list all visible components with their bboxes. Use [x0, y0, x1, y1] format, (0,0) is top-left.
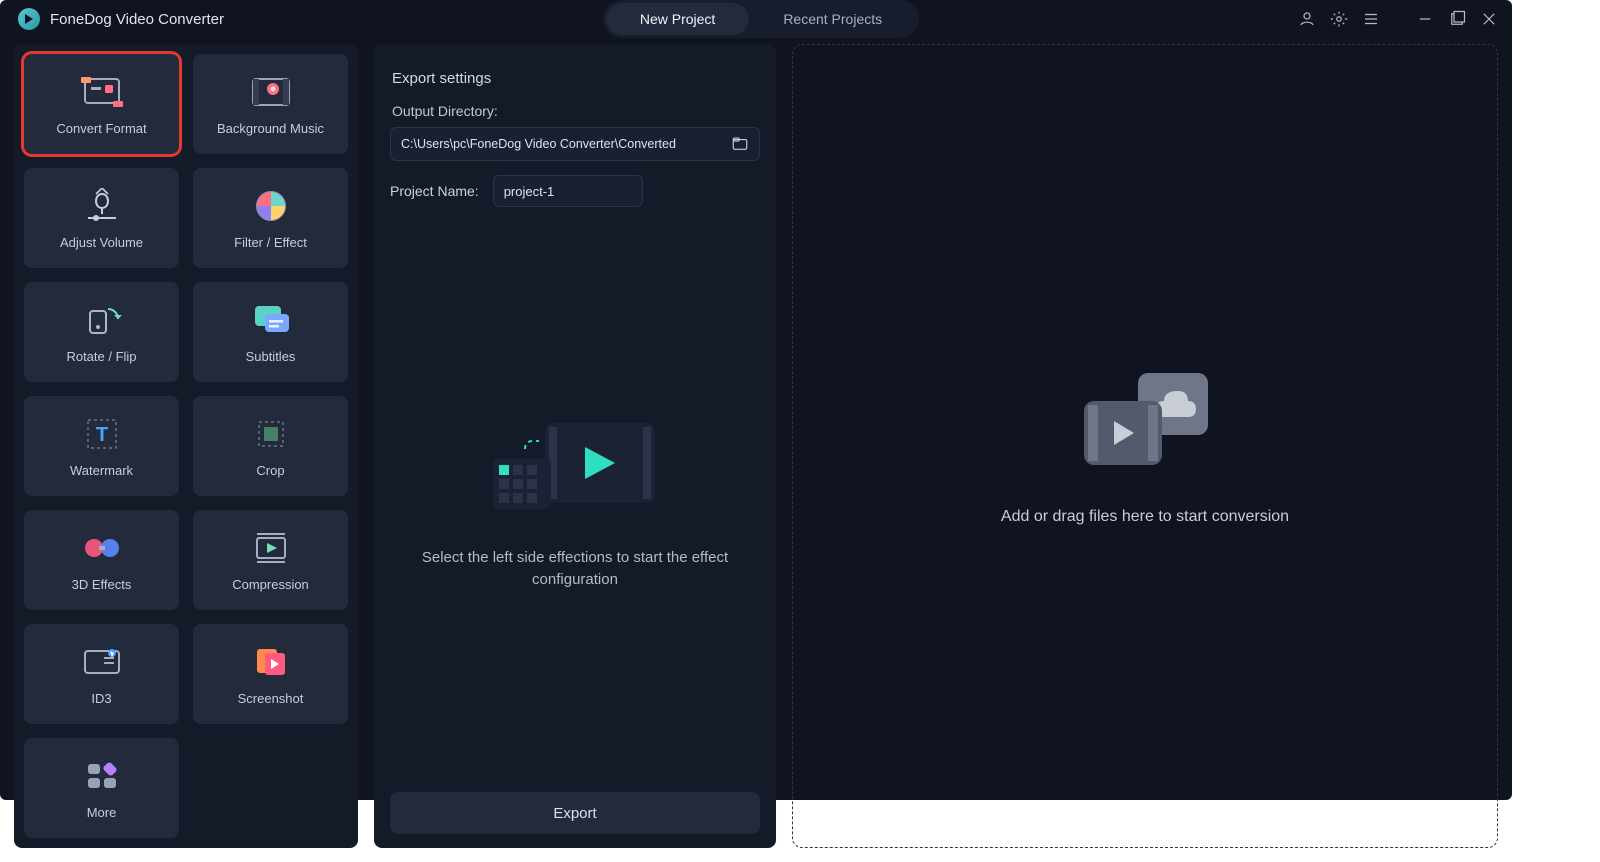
tool-grid: Convert Format Background Music — [20, 50, 352, 842]
tool-label: Rotate / Flip — [66, 349, 136, 364]
user-icon[interactable] — [1298, 10, 1316, 28]
crop-icon — [254, 415, 288, 453]
project-name-row: Project Name: — [390, 175, 760, 207]
main-body: Convert Format Background Music — [0, 38, 1512, 862]
tool-subtitles[interactable]: Subtitles — [193, 282, 348, 382]
tool-screenshot[interactable]: Screenshot — [193, 624, 348, 724]
tool-label: Convert Format — [56, 121, 146, 136]
app-logo-icon — [18, 8, 40, 30]
dropzone-illustration-icon — [1070, 367, 1220, 482]
watermark-icon: T — [85, 415, 119, 453]
tool-label: Watermark — [70, 463, 133, 478]
convert-format-icon — [77, 73, 127, 111]
svg-text:T: T — [95, 424, 107, 446]
export-empty-state: Select the left side effections to start… — [390, 207, 760, 792]
tool-compression[interactable]: Compression — [193, 510, 348, 610]
dropzone[interactable]: Add or drag files here to start conversi… — [792, 44, 1498, 848]
output-directory-field[interactable]: C:\Users\pc\FoneDog Video Converter\Conv… — [390, 127, 760, 161]
tool-filter-effect[interactable]: Filter / Effect — [193, 168, 348, 268]
tool-panel: Convert Format Background Music — [14, 44, 358, 848]
tool-more[interactable]: More — [24, 738, 179, 838]
tool-rotate-flip[interactable]: Rotate / Flip — [24, 282, 179, 382]
tab-recent-projects[interactable]: Recent Projects — [749, 3, 916, 35]
tab-new-project-label: New Project — [640, 11, 715, 27]
minimize-icon[interactable] — [1416, 10, 1434, 28]
filter-effect-icon — [253, 187, 289, 225]
tool-label: Subtitles — [246, 349, 296, 364]
close-icon[interactable] — [1480, 10, 1498, 28]
tool-label: ID3 — [91, 691, 111, 706]
tool-label: Compression — [232, 577, 309, 592]
project-tab-switch: New Project Recent Projects — [603, 0, 919, 38]
adjust-volume-icon — [82, 187, 122, 225]
id3-icon — [81, 643, 123, 681]
dropzone-message: Add or drag files here to start conversi… — [1001, 508, 1289, 526]
subtitles-icon — [251, 301, 291, 339]
tool-id3[interactable]: ID3 — [24, 624, 179, 724]
tool-label: Adjust Volume — [60, 235, 143, 250]
output-directory-value: C:\Users\pc\FoneDog Video Converter\Conv… — [401, 137, 676, 151]
tool-watermark[interactable]: T Watermark — [24, 396, 179, 496]
app-window: FoneDog Video Converter New Project Rece… — [0, 0, 1512, 800]
tool-label: Screenshot — [238, 691, 304, 706]
app-logo-group: FoneDog Video Converter — [18, 8, 224, 30]
tool-background-music[interactable]: Background Music — [193, 54, 348, 154]
tab-recent-projects-label: Recent Projects — [783, 11, 882, 27]
tool-crop[interactable]: Crop — [193, 396, 348, 496]
tool-label: Crop — [256, 463, 284, 478]
tool-label: 3D Effects — [72, 577, 132, 592]
window-controls — [1298, 10, 1498, 28]
export-illustration-icon — [475, 409, 675, 529]
compression-icon — [251, 529, 291, 567]
more-icon — [85, 757, 119, 795]
tab-new-project[interactable]: New Project — [606, 3, 749, 35]
folder-icon — [731, 135, 749, 153]
output-directory-label: Output Directory: — [392, 103, 758, 119]
maximize-icon[interactable] — [1448, 10, 1466, 28]
background-music-icon — [248, 73, 294, 111]
rotate-flip-icon — [82, 301, 122, 339]
export-panel: Export settings Output Directory: C:\Use… — [374, 44, 776, 848]
tool-adjust-volume[interactable]: Adjust Volume — [24, 168, 179, 268]
menu-icon[interactable] — [1362, 10, 1380, 28]
tool-label: More — [87, 805, 117, 820]
app-title: FoneDog Video Converter — [50, 11, 224, 28]
gear-icon[interactable] — [1330, 10, 1348, 28]
3d-effects-icon — [80, 529, 124, 567]
export-button-label: Export — [553, 805, 596, 822]
tool-convert-format[interactable]: Convert Format — [24, 54, 179, 154]
screenshot-icon — [253, 643, 289, 681]
project-name-input[interactable] — [493, 175, 643, 207]
titlebar: FoneDog Video Converter New Project Rece… — [0, 0, 1512, 38]
export-settings-title: Export settings — [392, 70, 758, 87]
tool-label: Background Music — [217, 121, 324, 136]
tool-label: Filter / Effect — [234, 235, 307, 250]
tool-3d-effects[interactable]: 3D Effects — [24, 510, 179, 610]
export-empty-message: Select the left side effections to start… — [390, 547, 760, 591]
export-button[interactable]: Export — [390, 792, 760, 834]
project-name-label: Project Name: — [390, 183, 479, 199]
